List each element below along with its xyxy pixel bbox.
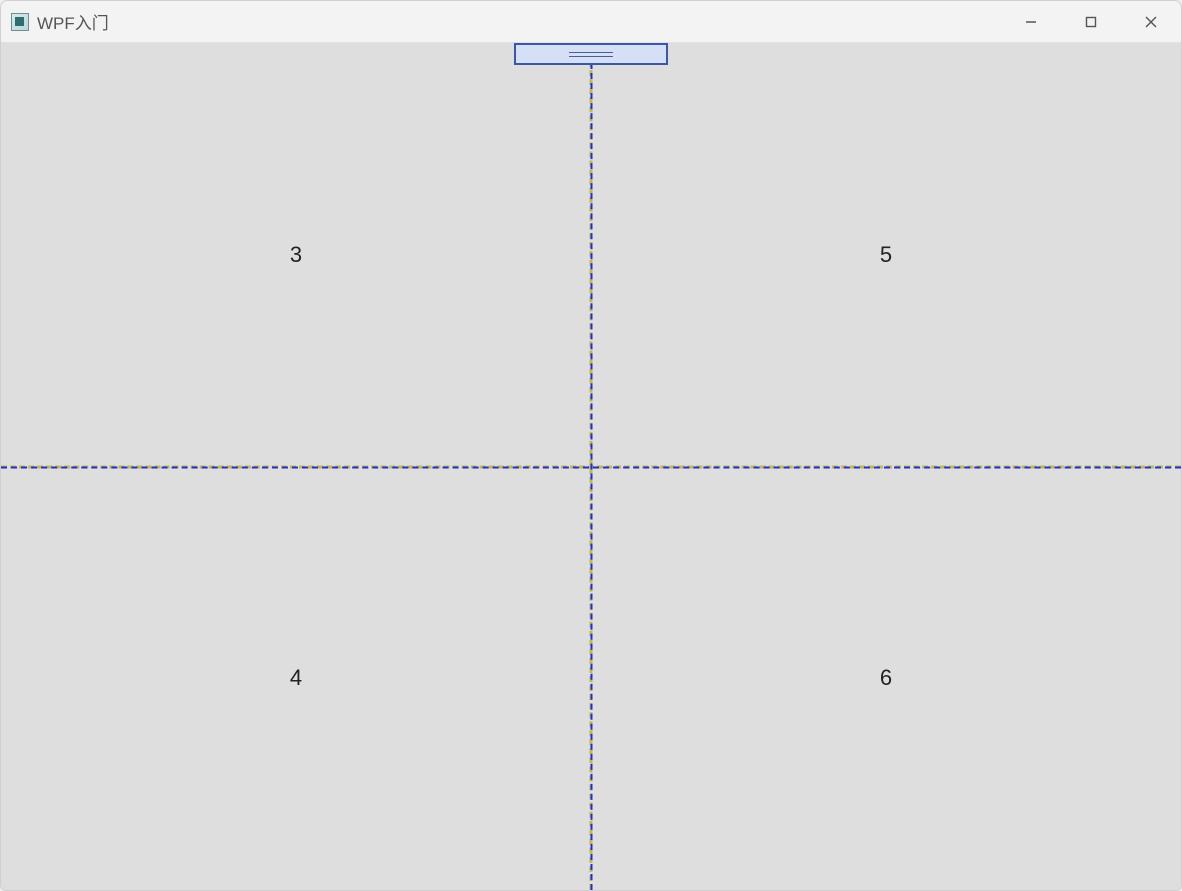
close-button[interactable] [1121, 1, 1181, 42]
grid-cell-top-right: 5 [591, 43, 1181, 467]
title-bar-left: WPF入门 [11, 9, 109, 34]
grid-cell-top-left: 3 [1, 43, 591, 467]
client-area: 3 5 4 6 [1, 43, 1181, 890]
cell-label: 3 [290, 242, 302, 268]
cell-label: 5 [880, 242, 892, 268]
layout-grid: 3 5 4 6 [1, 43, 1181, 890]
app-icon [11, 13, 29, 31]
grid-cell-bottom-right: 6 [591, 467, 1181, 891]
grid-cell-bottom-left: 4 [1, 467, 591, 891]
cell-label: 4 [290, 665, 302, 691]
minimize-button[interactable] [1001, 1, 1061, 42]
grid-splitter-thumb[interactable] [514, 43, 668, 65]
window-controls [1001, 1, 1181, 42]
window-title: WPF入门 [37, 9, 109, 34]
app-window: WPF入门 3 [0, 0, 1182, 891]
cell-label: 6 [880, 665, 892, 691]
close-icon [1144, 15, 1158, 29]
grip-line-icon [569, 52, 613, 53]
minimize-icon [1024, 15, 1038, 29]
grip-line-icon [569, 56, 613, 57]
title-bar[interactable]: WPF入门 [1, 1, 1181, 43]
maximize-button[interactable] [1061, 1, 1121, 42]
maximize-icon [1084, 15, 1098, 29]
